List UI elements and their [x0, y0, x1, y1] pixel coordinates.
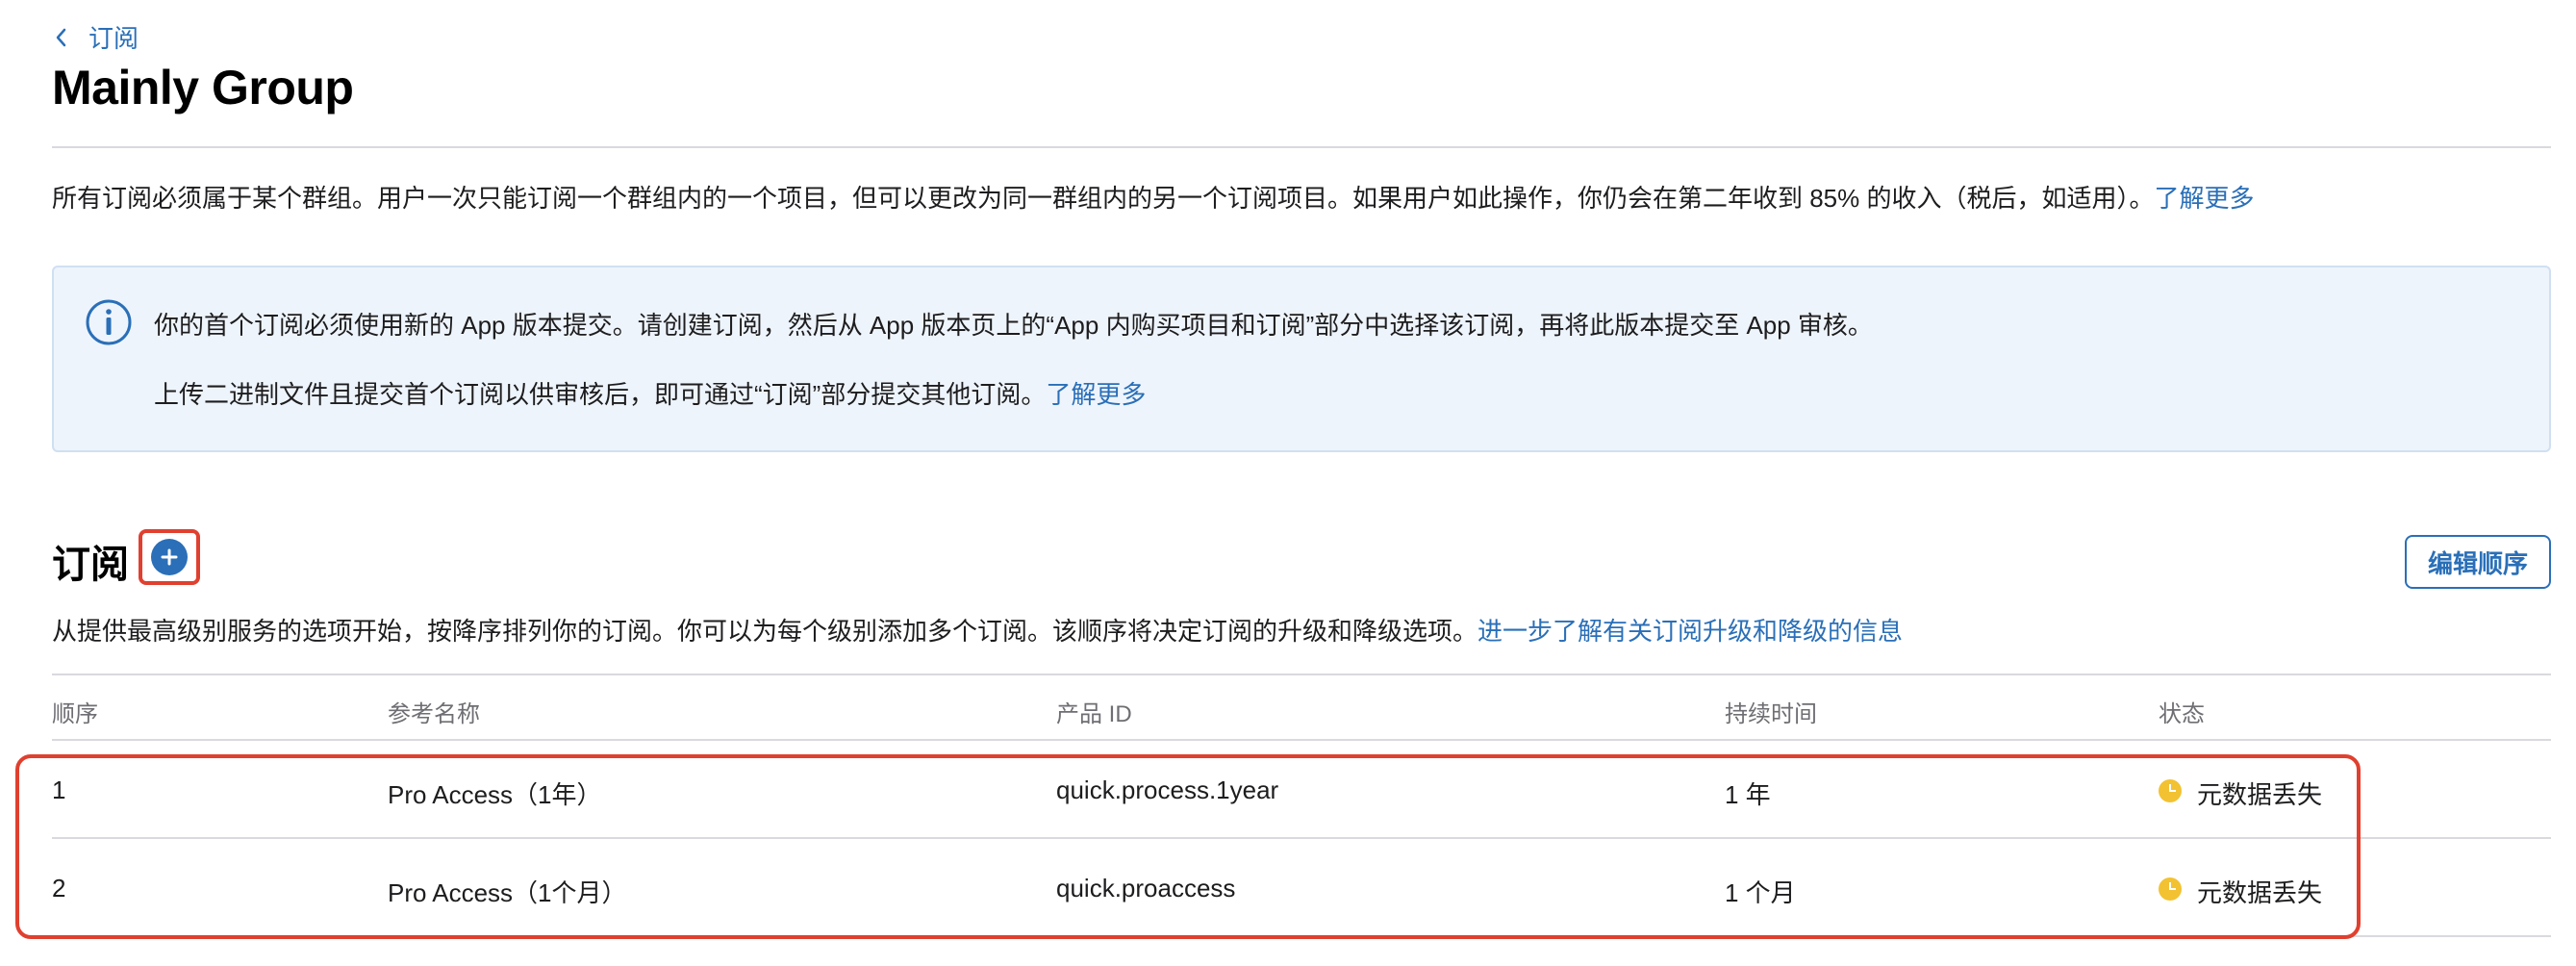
intro-body: 所有订阅必须属于某个群组。用户一次只能订阅一个群组内的一个项目，但可以更改为同一…: [52, 184, 2155, 213]
table-row[interactable]: 1 Pro Access（1年） quick.process.1year 1 年…: [0, 741, 2576, 837]
row-reference-name-link[interactable]: Pro Access（1年）: [388, 775, 602, 811]
row-product-id: quick.process.1year: [1056, 775, 1279, 804]
row-reference-name-link[interactable]: Pro Access（1个月）: [388, 874, 627, 909]
table-top-divider: [52, 674, 2551, 675]
section-description: 从提供最高级别服务的选项开始，按降序排列你的订阅。你可以为每个级别添加多个订阅。…: [52, 612, 1903, 648]
add-subscription-button[interactable]: [139, 529, 200, 585]
back-link-label: 订阅: [88, 24, 139, 53]
row-duration: 1 年: [1725, 780, 1771, 809]
info-line-2: 上传二进制文件且提交首个订阅以供审核后，即可通过“订阅”部分提交其他订阅。了解更…: [154, 375, 1146, 411]
table-row[interactable]: 2 Pro Access（1个月） quick.proaccess 1 个月 元…: [0, 839, 2576, 935]
clock-icon: [2159, 779, 2182, 802]
upgrade-downgrade-link[interactable]: 进一步了解有关订阅升级和降级的信息: [1477, 617, 1903, 646]
chevron-left-icon: [56, 28, 66, 46]
info-icon: [86, 299, 132, 345]
intro-text: 所有订阅必须属于某个群组。用户一次只能订阅一个群组内的一个项目，但可以更改为同一…: [52, 179, 2255, 215]
column-header-order: 顺序: [52, 701, 98, 727]
row-order: 1: [52, 775, 66, 804]
edit-order-button[interactable]: 编辑顺序: [2405, 535, 2551, 589]
learn-more-link[interactable]: 了解更多: [2155, 184, 2255, 213]
info-banner: 你的首个订阅必须使用新的 App 版本提交。请创建订阅，然后从 App 版本页上…: [52, 266, 2551, 452]
plus-circle-icon: [151, 539, 188, 575]
clock-icon: [2159, 877, 2182, 901]
column-header-product-id: 产品 ID: [1056, 701, 1132, 727]
page-title: Mainly Group: [52, 61, 354, 114]
row-divider: [52, 935, 2551, 937]
info-line-2-text: 上传二进制文件且提交首个订阅以供审核后，即可通过“订阅”部分提交其他订阅。: [154, 380, 1047, 409]
row-duration: 1 个月: [1725, 878, 1796, 907]
info-learn-more-link[interactable]: 了解更多: [1046, 380, 1146, 409]
column-header-duration: 持续时间: [1725, 701, 1817, 727]
row-order: 2: [52, 874, 66, 902]
column-header-reference-name: 参考名称: [388, 701, 480, 727]
divider: [52, 146, 2551, 148]
column-header-status: 状态: [2159, 701, 2205, 727]
info-line-1: 你的首个订阅必须使用新的 App 版本提交。请创建订阅，然后从 App 版本页上…: [154, 311, 1873, 340]
section-title: 订阅: [52, 544, 129, 586]
row-status: 元数据丢失: [2197, 878, 2323, 907]
row-status: 元数据丢失: [2197, 780, 2323, 809]
row-product-id: quick.proaccess: [1056, 874, 1236, 902]
section-description-text: 从提供最高级别服务的选项开始，按降序排列你的订阅。你可以为每个级别添加多个订阅。…: [52, 617, 1478, 646]
back-link[interactable]: 订阅: [52, 19, 139, 55]
